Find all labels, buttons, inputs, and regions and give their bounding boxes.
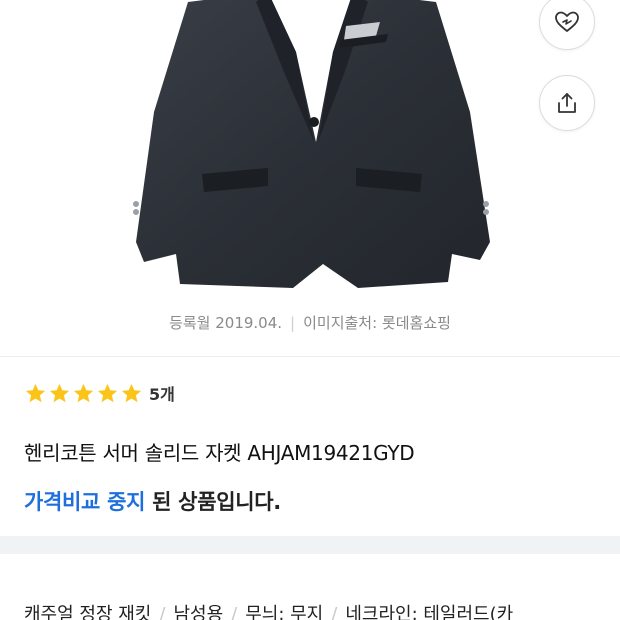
attribute-item: 캐주얼 정장 재킷 (24, 604, 152, 620)
attribute-item: 남성용 (173, 604, 224, 620)
star-icon (49, 383, 70, 402)
notice-text: 된 상품입니다. (145, 490, 281, 514)
image-meta: 등록월 2019.04. | 이미지출처: 롯데홈쇼핑 (0, 312, 620, 333)
share-button[interactable] (539, 75, 595, 131)
attribute-item: 네크라인: 테일러드(카 (345, 604, 514, 620)
attribute-item: 무늬: 무지 (245, 604, 324, 620)
notice-highlight: 가격비교 중지 (24, 490, 146, 514)
star-icon (97, 383, 118, 402)
price-comparison-notice: 가격비교 중지 된 상품입니다. (24, 486, 281, 516)
product-attributes: 캐주얼 정장 재킷 / 남성용 / 무늬: 무지 / 네크라인: 테일러드(카 (24, 600, 513, 620)
share-icon (558, 93, 576, 113)
star-rating (24, 382, 143, 405)
section-divider (0, 356, 620, 357)
heart-icon (555, 11, 579, 32)
product-image[interactable] (0, 0, 620, 300)
section-gap (0, 536, 620, 554)
meta-separator: | (290, 314, 296, 332)
product-photo-jacket (133, 0, 490, 288)
image-source: 이미지출처: 롯데홈쇼핑 (303, 314, 451, 332)
review-count[interactable]: 5개 (149, 381, 175, 405)
star-icon (121, 383, 142, 402)
attribute-separator: / (159, 604, 166, 620)
attribute-separator: / (231, 604, 238, 620)
registered-date: 등록월 2019.04. (169, 314, 283, 332)
attribute-separator: / (331, 604, 338, 620)
star-icon (73, 383, 94, 402)
rating[interactable]: 5개 (24, 381, 175, 405)
star-icon (25, 383, 46, 402)
product-title: 헨리코튼 서머 솔리드 자켓 AHJAM19421GYD (24, 441, 415, 465)
